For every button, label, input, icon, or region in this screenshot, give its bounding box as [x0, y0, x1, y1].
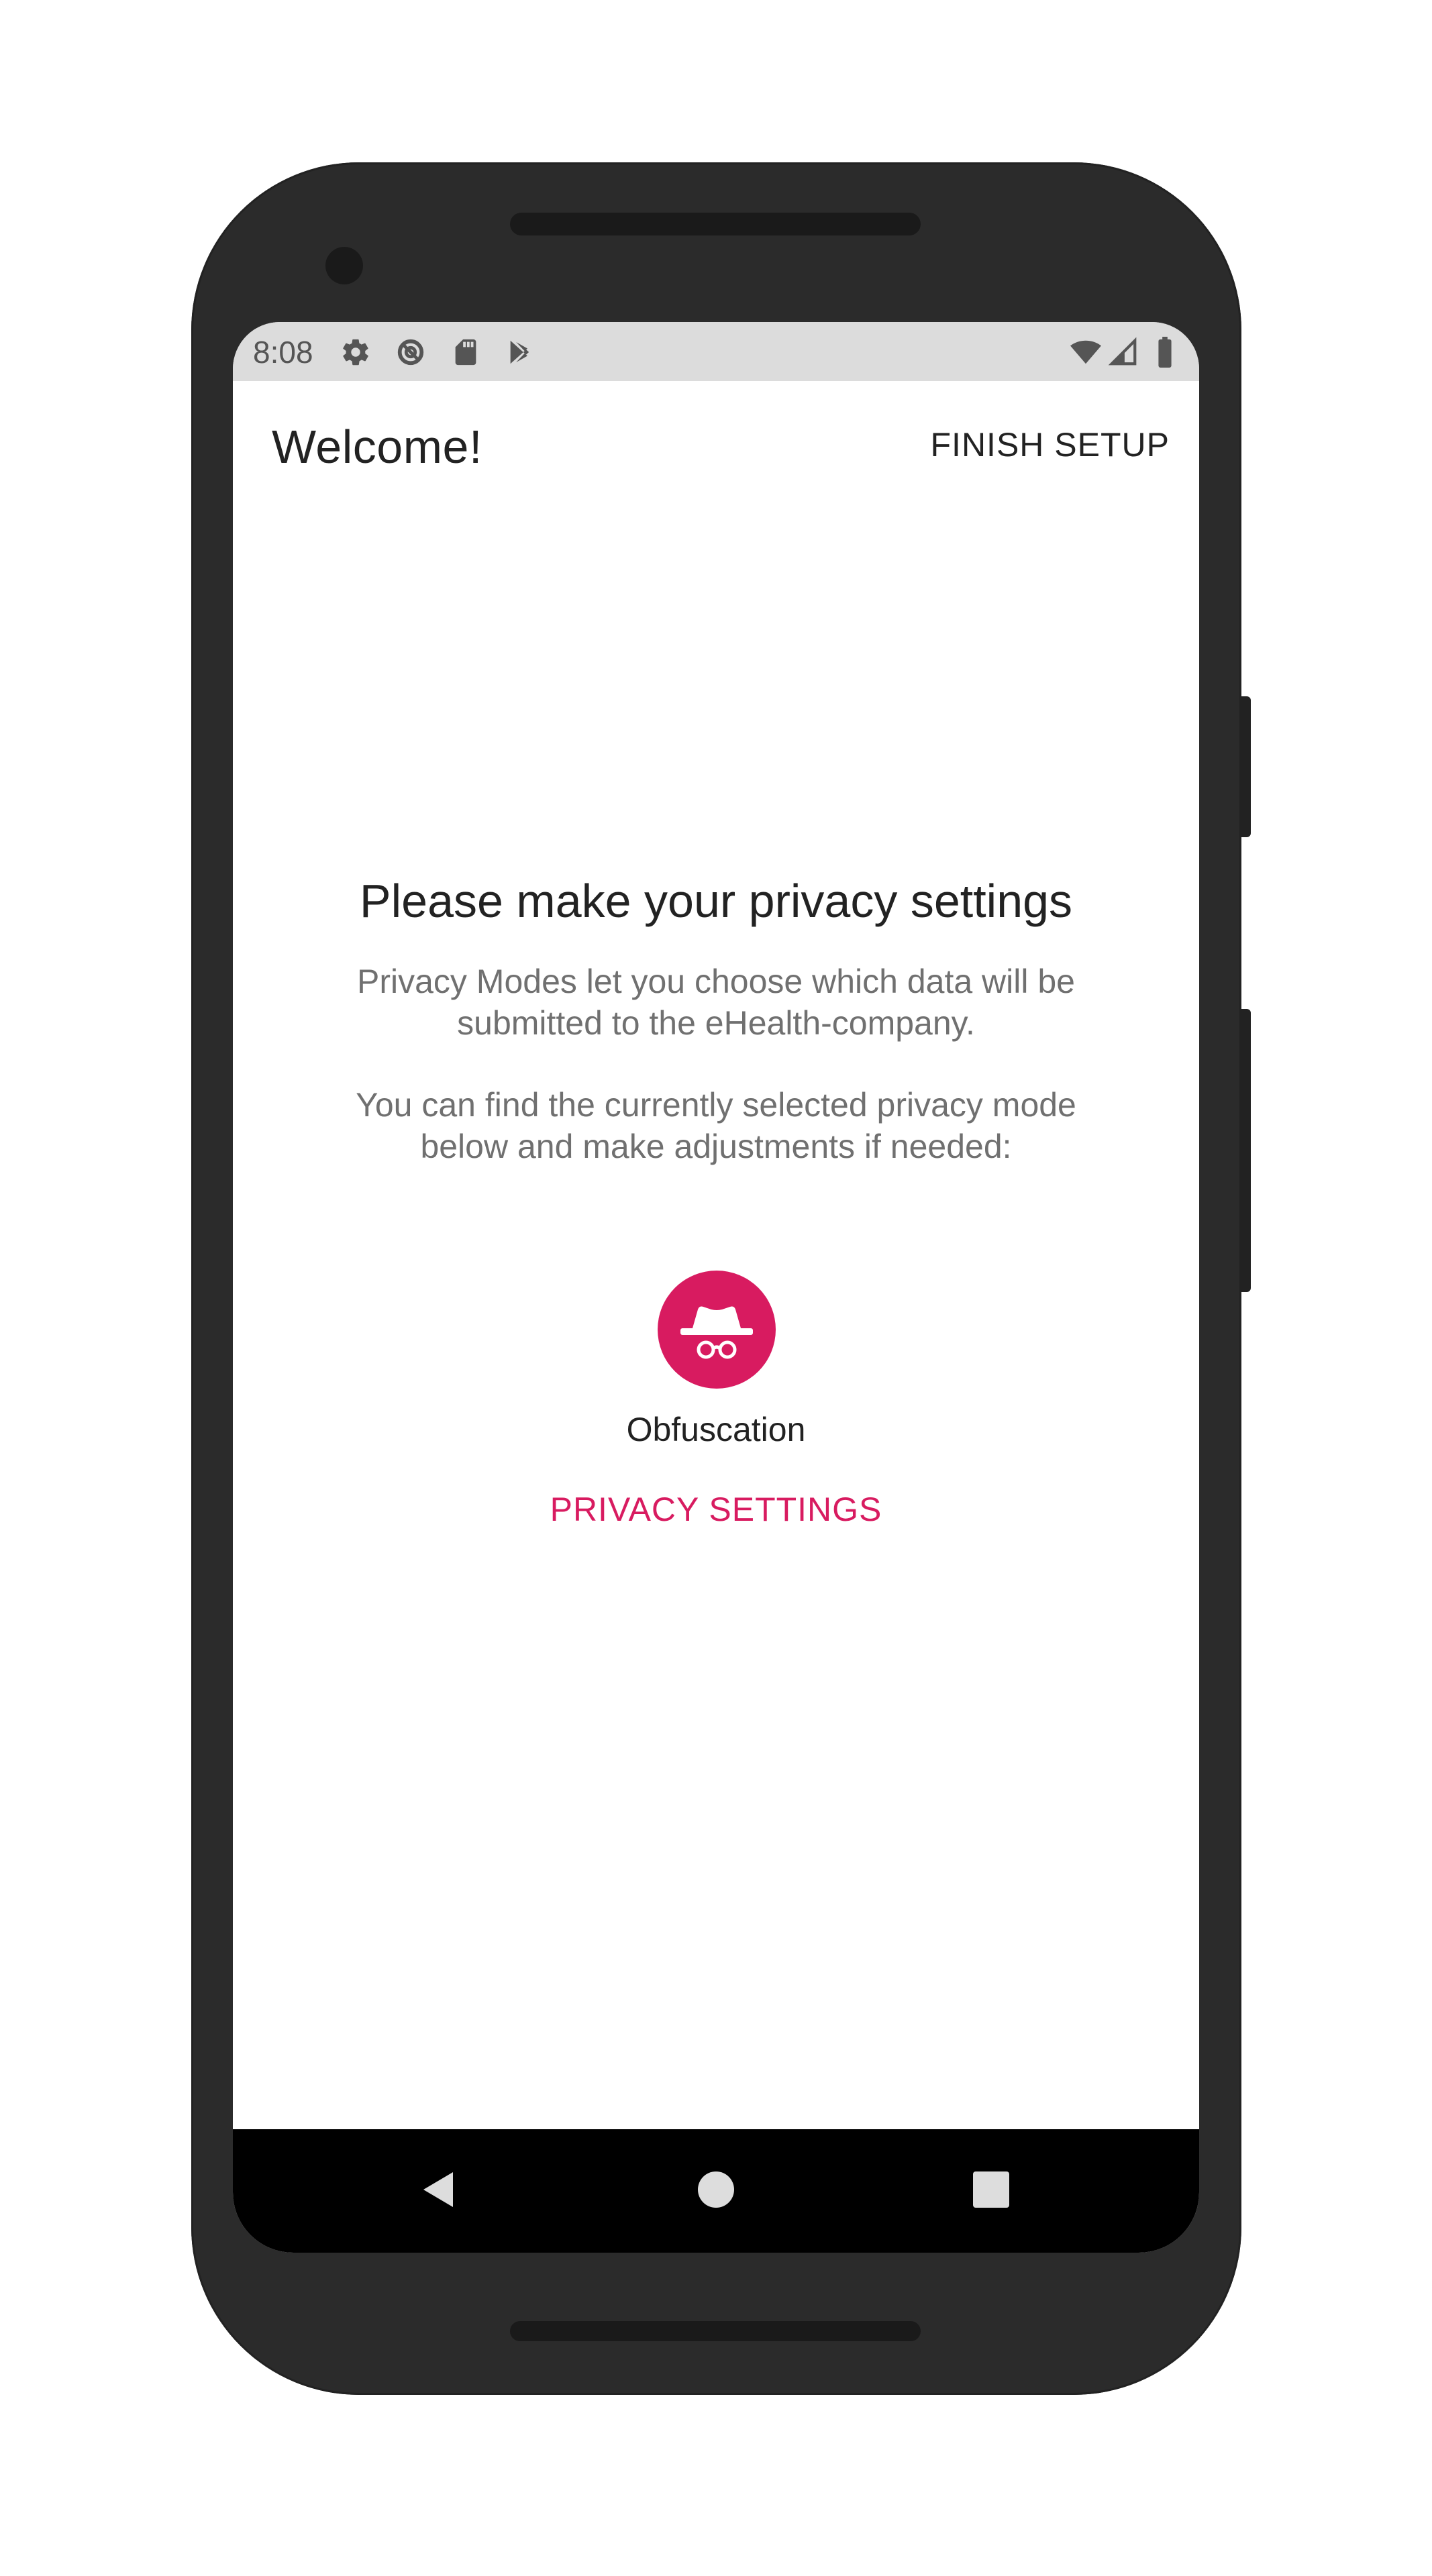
page-title: Welcome!	[272, 421, 482, 473]
sd-card-icon	[455, 339, 476, 366]
privacy-description-1: Privacy Modes let you choose which data …	[357, 963, 1075, 1042]
wifi-icon	[1070, 340, 1101, 364]
home-icon[interactable]	[689, 2163, 743, 2216]
phone-frame: 8:08 Welcome! FINISH SETUP Please make y…	[191, 162, 1251, 2395]
play-store-icon	[510, 340, 529, 364]
recents-icon[interactable]	[964, 2163, 1018, 2216]
screen: 8:08 Welcome! FINISH SETUP Please make y…	[233, 322, 1199, 2253]
settings-icon	[343, 339, 368, 366]
incognito-icon	[680, 1306, 753, 1359]
privacy-settings-button[interactable]: PRIVACY SETTINGS	[515, 1483, 917, 1536]
finish-setup-button[interactable]: FINISH SETUP	[931, 425, 1170, 464]
cell-signal-icon	[1108, 337, 1137, 366]
privacy-mode-badge	[658, 1271, 776, 1389]
front-camera	[325, 247, 363, 284]
status-bar: 8:08	[233, 322, 1199, 381]
privacy-heading: Please make your privacy settings	[359, 875, 1073, 927]
data-saver-icon	[397, 339, 424, 366]
app-bar: Welcome! FINISH SETUP	[233, 381, 1199, 515]
earpiece-speaker	[510, 213, 921, 235]
privacy-description-2: You can find the currently selected priv…	[356, 1086, 1076, 1165]
power-button	[1241, 1009, 1251, 1292]
battery-icon	[1158, 337, 1172, 368]
privacy-mode-label: Obfuscation	[626, 1411, 806, 1448]
navigation-bar	[233, 2129, 1199, 2253]
status-time: 8:08	[253, 335, 313, 370]
volume-button	[1241, 696, 1251, 837]
bottom-speaker	[510, 2321, 921, 2341]
back-icon[interactable]	[414, 2163, 468, 2216]
